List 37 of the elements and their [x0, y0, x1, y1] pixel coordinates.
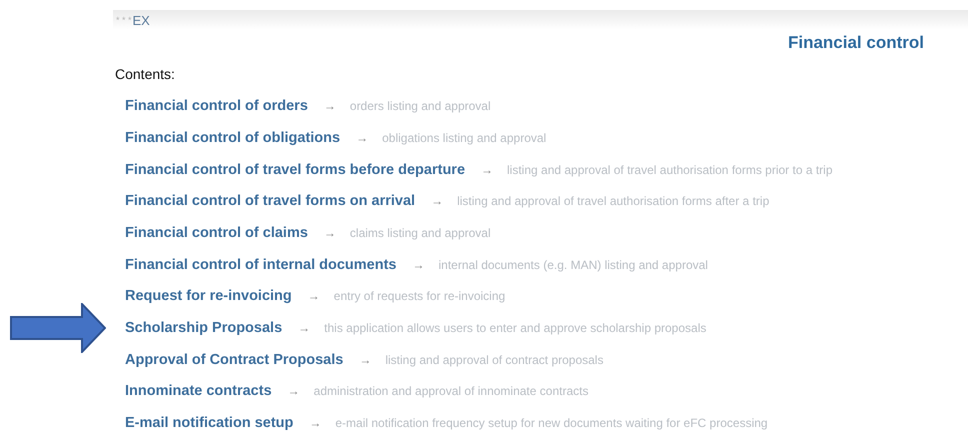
- link-description: this application allows users to enter and approve scholarship proposals: [324, 321, 706, 336]
- menu-link[interactable]: Financial control of travel forms before departure: [125, 162, 466, 178]
- menu-link[interactable]: Innominate contracts: [125, 383, 272, 400]
- link-description: e-mail notification frequency setup for new documents waiting for eFC processing: [335, 416, 768, 430]
- menu-link[interactable]: Financial control of orders: [125, 98, 308, 114]
- page-title: Financial control: [788, 33, 924, 54]
- menu-link[interactable]: E-mail notification setup: [125, 415, 294, 432]
- arrow-glyph: →: [309, 416, 322, 430]
- link-description: obligations listing and approval: [382, 130, 546, 145]
- arrow-glyph: →: [324, 99, 336, 114]
- link-description: internal documents (e.g. MAN) listing and approval: [438, 258, 708, 272]
- arrow-glyph: →: [356, 130, 368, 145]
- arrow-glyph: →: [412, 258, 424, 272]
- link-description: listing and approval of contract proposals: [385, 352, 604, 367]
- menu-link[interactable]: Financial control of obligations: [125, 130, 340, 146]
- arrow-glyph: →: [308, 289, 320, 304]
- masked-text: * * *: [116, 15, 132, 26]
- link-description: entry of requests for re-invoicing: [334, 289, 506, 304]
- menu-link[interactable]: Request for re-invoicing: [125, 288, 292, 304]
- menu-link[interactable]: Approval of Contract Proposals: [125, 352, 344, 368]
- header-label: EX: [132, 12, 150, 28]
- arrow-glyph: →: [298, 321, 310, 336]
- arrow-glyph: →: [359, 352, 372, 367]
- menu-link[interactable]: Financial control of travel forms on arrival: [125, 193, 416, 210]
- link-description: claims listing and approval: [350, 226, 491, 240]
- link-description: administration and approval of innominate contracts: [314, 384, 588, 398]
- arrow-glyph: →: [324, 226, 336, 240]
- link-description: listing and approval of travel authorisation forms after a trip: [457, 194, 770, 208]
- menu-link[interactable]: Financial control of internal documents: [125, 256, 396, 273]
- link-description: listing and approval of travel authorisation forms prior to a trip: [507, 162, 833, 177]
- contents-label: Contents:: [115, 66, 176, 82]
- menu-link[interactable]: Financial control of claims: [125, 225, 308, 242]
- arrow-glyph: →: [481, 162, 494, 177]
- menu-link[interactable]: Scholarship Proposals: [125, 320, 282, 336]
- link-description: orders listing and approval: [350, 99, 491, 114]
- arrow-glyph: →: [431, 194, 444, 208]
- arrow-glyph: →: [288, 384, 300, 398]
